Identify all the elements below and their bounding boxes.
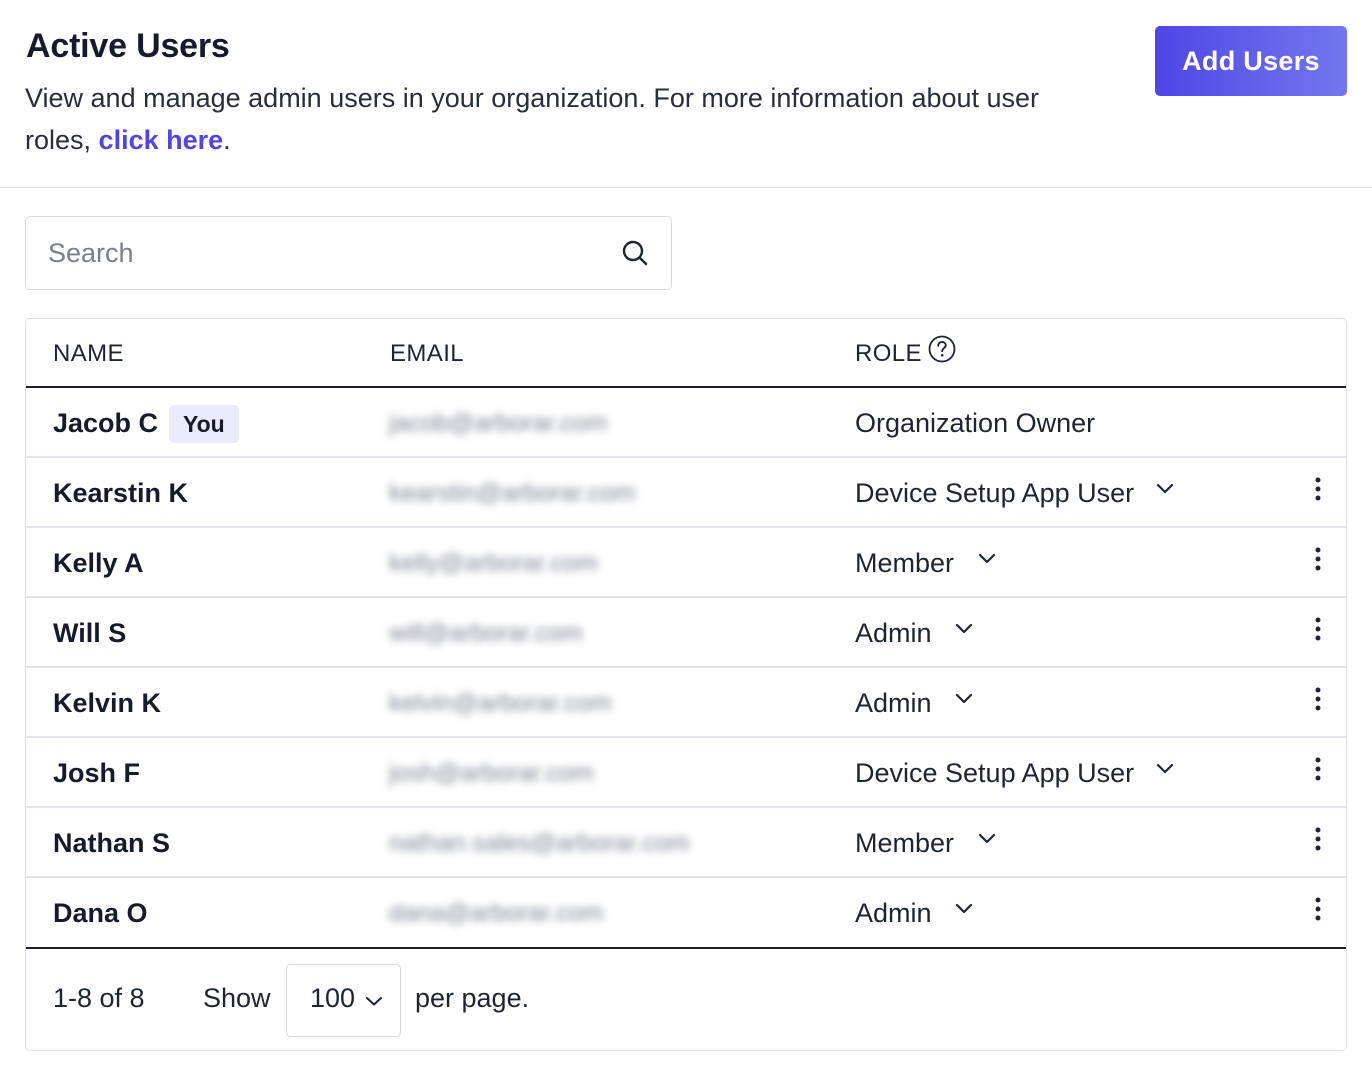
user-email: kelvin@arborar.com [389, 689, 612, 717]
chevron-down-icon[interactable] [977, 552, 997, 566]
table-footer-divider [26, 947, 1346, 949]
user-name: Kelvin K [53, 688, 162, 718]
chevron-down-icon[interactable] [1155, 482, 1175, 496]
table-row: Kelly A kelly@arborar.com Member [26, 528, 1346, 598]
per-page-value: 100 [310, 983, 356, 1013]
table-row: Nathan S nathan.sales@arborar.com Member [26, 808, 1346, 878]
page-description: View and manage admin users in your orga… [25, 77, 1105, 161]
user-email: nathan.sales@arborar.com [389, 829, 690, 857]
role-select[interactable]: Member [855, 808, 954, 878]
more-options-icon[interactable] [1308, 686, 1328, 712]
you-badge: You [169, 405, 239, 443]
role-select[interactable]: Admin [855, 878, 932, 948]
table-row: Josh F josh@arborar.com Device Setup App U… [26, 738, 1346, 808]
per-page-label: per page. [415, 983, 530, 1013]
more-options-icon[interactable] [1308, 616, 1328, 642]
search-icon[interactable] [621, 239, 649, 267]
user-email: kelly@arborar.com [389, 549, 598, 577]
page-title: Active Users [26, 27, 230, 65]
pagination-count: 1-8 of 8 [53, 983, 145, 1013]
user-name: Nathan S [53, 828, 171, 858]
user-name: Jacob C [53, 408, 159, 438]
search-box[interactable] [25, 216, 672, 290]
chevron-down-icon[interactable] [954, 692, 974, 706]
table-row: Kearstin K kearstin@arborar.com Device Set… [26, 458, 1346, 528]
chevron-down-icon [366, 997, 382, 1006]
user-name: Josh F [53, 758, 141, 788]
user-name: Dana O [53, 898, 148, 928]
column-header-name[interactable]: NAME [53, 340, 124, 368]
user-email: josh@arborar.com [389, 759, 594, 787]
more-options-icon[interactable] [1308, 826, 1328, 852]
user-role: Organization Owner [855, 408, 1096, 438]
chevron-down-icon[interactable] [977, 832, 997, 846]
role-select[interactable]: Device Setup App User [855, 738, 1134, 808]
table-row: Will S will@arborar.com Admin [26, 598, 1346, 668]
search-input[interactable] [48, 233, 608, 273]
page-header: Active Users View and manage admin users… [0, 0, 1372, 188]
role-select[interactable]: Device Setup App User [855, 458, 1134, 528]
add-users-button[interactable]: Add Users [1155, 26, 1347, 96]
column-header-role[interactable]: ROLE [855, 340, 922, 368]
chevron-down-icon[interactable] [1155, 762, 1175, 776]
user-email: kearstin@arborar.com [389, 479, 636, 507]
table-row: Kelvin K kelvin@arborar.com Admin [26, 668, 1346, 738]
role-select[interactable]: Admin [855, 598, 932, 668]
table-row: Dana O dana@arborar.com Admin [26, 878, 1346, 948]
user-email: will@arborar.com [389, 619, 583, 647]
more-options-icon[interactable] [1308, 476, 1328, 502]
table-row: Jacob C You jacob@arborar.com Organization … [26, 388, 1346, 458]
role-select[interactable]: Admin [855, 668, 932, 738]
more-options-icon[interactable] [1308, 896, 1328, 922]
role-select[interactable]: Member [855, 528, 954, 598]
column-header-email[interactable]: EMAIL [390, 340, 464, 368]
user-email: jacob@arborar.com [389, 409, 608, 437]
more-options-icon[interactable] [1308, 546, 1328, 572]
per-page-select[interactable]: 100 [286, 964, 401, 1037]
show-label: Show [203, 983, 271, 1013]
user-name: Kearstin K [53, 478, 189, 508]
click-here-link[interactable]: click here [99, 125, 224, 155]
role-help-icon[interactable] [928, 335, 956, 363]
chevron-down-icon[interactable] [954, 902, 974, 916]
page-description-end: . [223, 125, 231, 155]
chevron-down-icon[interactable] [954, 622, 974, 636]
user-email: dana@arborar.com [389, 899, 604, 927]
user-name: Kelly A [53, 548, 144, 578]
more-options-icon[interactable] [1308, 756, 1328, 782]
user-name: Will S [53, 618, 127, 648]
